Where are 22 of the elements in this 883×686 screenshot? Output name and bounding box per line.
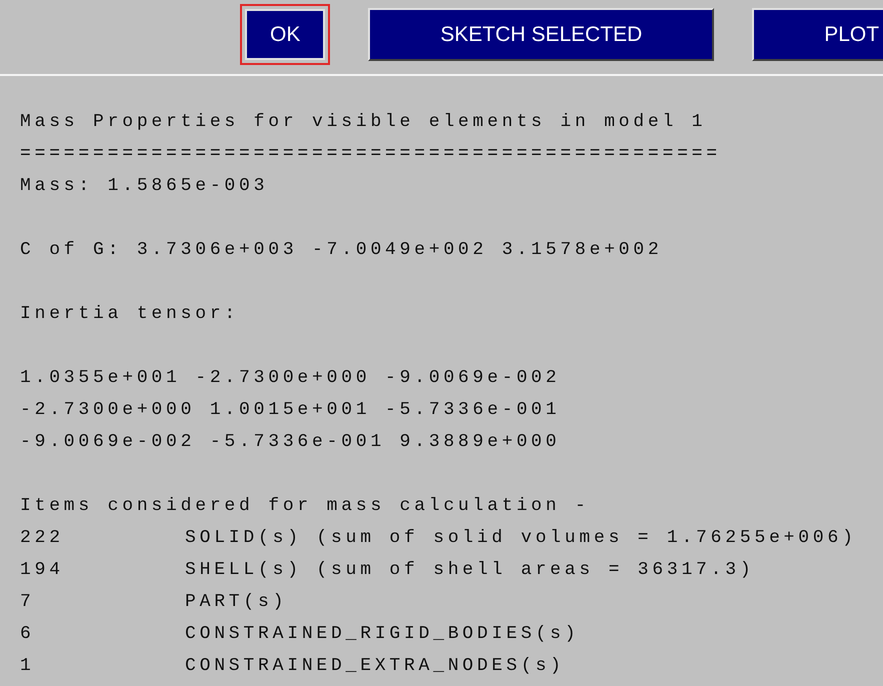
item-description: PART(s) bbox=[185, 591, 288, 614]
item-description: CONSTRAINED_RIGID_BODIES(s) bbox=[185, 623, 580, 646]
separator-line: ================================================ bbox=[20, 144, 721, 164]
tensor-row: 1.0355e+001 -2.7300e+000 -9.0069e-002 bbox=[20, 368, 560, 388]
item-count: 222 bbox=[20, 527, 65, 550]
item-count: 6 bbox=[20, 623, 36, 646]
item-count: 194 bbox=[20, 559, 65, 582]
tensor-row: -2.7300e+000 1.0015e+001 -5.7336e-001 bbox=[20, 400, 560, 420]
inertia-heading: Inertia tensor: bbox=[20, 304, 240, 324]
tensor-row: -9.0069e-002 -5.7336e-001 9.3889e+000 bbox=[20, 432, 560, 452]
toolbar-button[interactable]: OK bbox=[240, 4, 330, 65]
mass-text: Mass: 1.5865e-003 bbox=[20, 176, 268, 196]
item-description: SOLID(s) (sum of solid volumes = 1.76255e+006) bbox=[185, 527, 857, 550]
item-count: 1 bbox=[20, 655, 36, 678]
items-heading: Items considered for mass calculation - bbox=[20, 496, 590, 516]
item-description: SHELL(s) (sum of shell areas = 36317.3) bbox=[185, 559, 754, 582]
item-count: 7 bbox=[20, 591, 36, 614]
toolbar-button[interactable]: SKETCH SELECTED bbox=[368, 8, 714, 61]
centre-of-gravity-text: C of G: 3.7306e+003 -7.0049e+002 3.1578e+002 bbox=[20, 240, 662, 260]
item-description: CONSTRAINED_EXTRA_NODES(s) bbox=[185, 655, 565, 678]
toolbar-button[interactable]: PLOT bbox=[752, 8, 883, 61]
report-title: Mass Properties for visible elements in model 1 bbox=[20, 112, 706, 132]
